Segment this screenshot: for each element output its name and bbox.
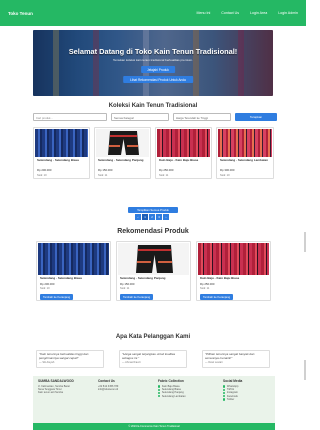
search-input[interactable]: Cari produk... [33, 113, 107, 121]
brand-logo[interactable]: Toko Tenun [8, 11, 33, 16]
recommend-card[interactable]: Selendang - Selendang Biasa Rp 200.000 S… [36, 241, 111, 301]
scrollbar-hint [304, 360, 306, 380]
testimonial-card: "Pilihan tenunnya sangat banyak dan semu… [202, 350, 270, 368]
hero-title: Selamat Datang di Toko Kain Tenun Tradis… [68, 47, 238, 56]
testimonial-author: — Dewi Lestari [205, 361, 223, 365]
product-card[interactable]: Kain Baju - Kain Baju Biasa Rp 250.000 S… [155, 127, 212, 179]
filter-button[interactable]: Terapkan [235, 113, 277, 121]
product-stock: Stok: 11 [120, 287, 130, 290]
product-price: Rp 300.000 [220, 168, 235, 172]
product-image [218, 129, 272, 157]
bullet-icon [158, 395, 161, 398]
product-price: Rp 250.000 [159, 168, 174, 172]
testimonial-author: — Siti Aisyah [39, 361, 55, 365]
footer: SUMBA SANDALWOOD Jl. Kalimantan, Sumba B… [33, 376, 275, 423]
pagination-page[interactable]: 2 [149, 214, 156, 220]
pagination: ‹ 1 2 3 › [135, 214, 170, 220]
product-image [157, 129, 210, 157]
recommend-card[interactable]: Kain Baju - Kain Baju Biasa Rp 250.000 S… [196, 241, 271, 301]
product-stock: Stok: 10 [40, 287, 50, 290]
testimonial-card: "Harga sangat terjangkau untuk kualitas … [119, 350, 187, 368]
footer-contact-title: Contact Us [98, 379, 115, 383]
product-price: Rp 150.000 [98, 168, 113, 172]
sort-select[interactable]: Harga Terendah ke Tinggi [173, 113, 231, 121]
product-title: Selendang - Selendang Panjang [120, 276, 166, 280]
collection-heading: Koleksi Kain Tenun Tradisional [108, 103, 198, 109]
footer-contact-email[interactable]: info@tokotenun.id [98, 388, 143, 391]
add-to-cart-button[interactable]: Tambah ke Keranjang [120, 294, 154, 300]
testimonial-quote: "Kain tenunnya berkualitas tinggi dan pe… [39, 352, 89, 360]
footer-about-title: SUMBA SANDALWOOD [38, 379, 74, 383]
nav-link-1[interactable]: Menu Ini [196, 11, 210, 15]
product-card[interactable]: Selendang - Selendang Biasa Rp 200.000 S… [33, 127, 90, 179]
footer-social-title: Social Media [223, 379, 243, 383]
nav-link-2[interactable]: Contact Us [221, 11, 239, 15]
product-stock: Stok: 11 [200, 287, 210, 290]
nav-link-3[interactable]: Login Area [250, 11, 267, 15]
product-title: Kain Baju - Kain Baju Biasa [159, 158, 199, 162]
product-price: Rp 150.000 [120, 282, 135, 286]
footer-fabric: Fabric Collection Kain Baju Biasa Selend… [158, 379, 213, 398]
filter-bar: Cari produk... Semua Kategori Harga Tere… [33, 113, 277, 121]
product-title: Selendang - Selendang Lambatan [220, 158, 269, 162]
product-stock: Stok: 10 [220, 174, 230, 177]
product-card[interactable]: Selendang - Selendang Lambatan Rp 300.00… [216, 127, 274, 179]
product-image [118, 243, 189, 275]
product-stock: Stok: 11 [98, 174, 108, 177]
product-title: Selendang - Selendang Biasa [37, 158, 79, 162]
social-label: Twitter [226, 397, 235, 401]
footer-fabric-link[interactable]: Selendang Lambatan [158, 395, 213, 398]
footer-fabric-title: Fabric Collection [158, 379, 184, 383]
footer-about: SUMBA SANDALWOOD Jl. Kalimantan, Sumba B… [38, 379, 88, 395]
copyright-bar: © 2024 E-Commerce Kain Tenun Tradisional [33, 423, 275, 430]
pagination-page[interactable]: 1 [142, 214, 149, 220]
product-title: Kain Baju - Kain Baju Biasa [200, 276, 240, 280]
scrollbar-hint [304, 232, 306, 252]
testimonial-author: — Ahmad Fauzi [122, 361, 141, 365]
navbar: Toko Tenun Menu Ini Contact Us Login Are… [0, 0, 306, 26]
recommend-heading: Rekomendasi Produk [117, 228, 189, 235]
product-image [198, 243, 269, 275]
product-price: Rp 200.000 [40, 282, 55, 286]
twitter-icon [223, 398, 226, 401]
footer-social: Social Media WhatsApp TikTok Instagram F… [223, 379, 271, 401]
social-link-twitter[interactable]: Twitter [223, 398, 271, 401]
page: { "nav": { "brand": "Toko Tenun", "links… [0, 0, 306, 430]
recommendation-button[interactable]: Lihat Rekomendasi Produk Untuk Anda [123, 76, 193, 83]
product-title: Selendang - Selendang Biasa [40, 276, 82, 280]
footer-fabric-label: Selendang Lambatan [161, 394, 186, 398]
product-price: Rp 250.000 [200, 282, 215, 286]
product-image [96, 129, 149, 157]
testimonial-quote: "Pilihan tenunnya sangat banyak dan semu… [205, 352, 255, 360]
footer-contact: Contact Us +62 812 3456 789 info@tokoten… [98, 379, 143, 391]
pagination-next[interactable]: › [163, 214, 170, 220]
testimonials-heading: Apa Kata Pelanggan Kami [115, 334, 191, 340]
pagination-page[interactable]: 3 [156, 214, 163, 220]
add-to-cart-button[interactable]: Tambah ke Keranjang [40, 294, 74, 300]
nav-links: Menu Ini Contact Us Login Area Login Adm… [196, 11, 298, 15]
show-all-products-button[interactable]: Tampilkan Semua Produk [128, 207, 178, 213]
hero-subtitle: Temukan koleksi kain tenun tradisional b… [112, 58, 194, 62]
product-stock: Stok: 10 [37, 174, 47, 177]
product-title: Selendang - Selendang Panjang [98, 158, 144, 162]
explore-products-button[interactable]: Jelajahi Produk [141, 66, 175, 73]
product-image [38, 243, 109, 275]
testimonial-card: "Kain tenunnya berkualitas tinggi dan pe… [36, 350, 104, 368]
pagination-prev[interactable]: ‹ [135, 214, 142, 220]
product-card[interactable]: Selendang - Selendang Panjang Rp 150.000… [94, 127, 151, 179]
testimonial-quote: "Harga sangat terjangkau untuk kualitas … [122, 352, 176, 360]
footer-about-line: Kain tenun asli Sumba [38, 391, 64, 395]
category-select[interactable]: Semua Kategori [111, 113, 169, 121]
product-image [35, 129, 88, 157]
add-to-cart-button[interactable]: Tambah ke Keranjang [200, 294, 234, 300]
product-stock: Stok: 11 [159, 174, 169, 177]
nav-link-4[interactable]: Login Admin [278, 11, 298, 15]
product-price: Rp 200.000 [37, 168, 52, 172]
recommend-card[interactable]: Selendang - Selendang Panjang Rp 150.000… [116, 241, 191, 301]
hero-banner: Selamat Datang di Toko Kain Tenun Tradis… [33, 30, 273, 96]
